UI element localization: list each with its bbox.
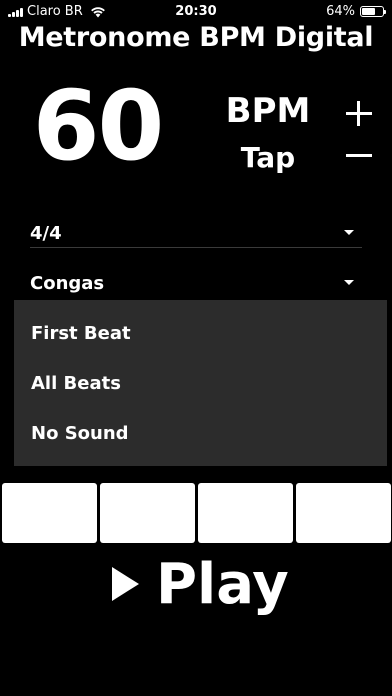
menu-item-no-sound[interactable]: No Sound: [14, 408, 387, 458]
time-signature-value: 4/4: [30, 223, 62, 244]
play-button[interactable]: Play: [112, 552, 304, 618]
battery-level: [362, 8, 375, 15]
caret-down-icon: [344, 230, 354, 235]
beat-indicator-4: [296, 483, 391, 543]
bpm-value: 60: [32, 70, 165, 182]
battery-icon: [360, 6, 386, 17]
tap-tempo-button[interactable]: Tap: [214, 144, 322, 172]
sound-select[interactable]: Congas: [30, 268, 362, 298]
caret-down-icon: [344, 280, 354, 285]
status-right: 64%: [326, 4, 386, 19]
beat-indicators: [2, 483, 391, 543]
status-bar: Claro BR 20:30 64%: [0, 0, 392, 22]
accent-dropdown-menu: First Beat All Beats No Sound: [14, 300, 387, 466]
play-icon: [112, 567, 139, 601]
bpm-label: BPM: [225, 91, 311, 131]
minus-icon[interactable]: [342, 140, 378, 170]
app-title: Metronome BPM Digital: [18, 22, 374, 53]
sound-value: Congas: [30, 273, 105, 294]
beat-indicator-3: [198, 483, 293, 543]
menu-item-all-beats[interactable]: All Beats: [14, 358, 387, 408]
time-signature-select[interactable]: 4/4: [30, 218, 362, 248]
plus-icon[interactable]: [342, 96, 378, 132]
beat-indicator-1: [2, 483, 97, 543]
play-label: Play: [156, 552, 289, 617]
beat-indicator-2: [100, 483, 195, 543]
menu-item-first-beat[interactable]: First Beat: [14, 308, 387, 358]
battery-percent: 64%: [326, 4, 355, 19]
